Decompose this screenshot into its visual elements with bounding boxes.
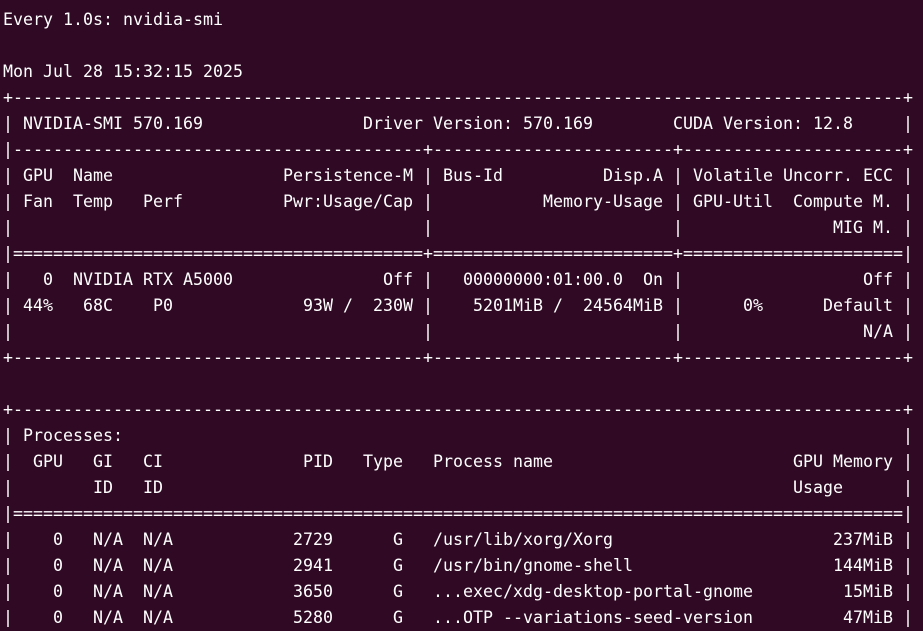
table-border-bottom: +---------------------------------------…	[3, 348, 913, 367]
processes-border-top: +---------------------------------------…	[3, 400, 913, 419]
timestamp-line: Mon Jul 28 15:32:15 2025	[3, 62, 243, 81]
watch-header-line: Every 1.0s: nvidia-smi	[3, 10, 223, 29]
processes-header-row-2: | ID ID Usage |	[3, 478, 913, 497]
terminal-window[interactable]: Every 1.0s: nvidia-smi Mon Jul 28 15:32:…	[0, 0, 923, 631]
process-row: | 0 N/A N/A 2729 G /usr/lib/xorg/Xorg 23…	[3, 530, 913, 549]
process-row: | 0 N/A N/A 3650 G ...exec/xdg-desktop-p…	[3, 582, 913, 601]
gpu-header-row-1: | GPU Name Persistence-M | Bus-Id Disp.A…	[3, 166, 913, 185]
gpu-header-row-3: | | | MIG M. |	[3, 218, 913, 237]
processes-double-separator: |=======================================…	[3, 504, 913, 523]
table-double-separator: |=======================================…	[3, 244, 913, 263]
smi-version-line: | NVIDIA-SMI 570.169 Driver Version: 570…	[3, 114, 913, 133]
process-row: | 0 N/A N/A 5280 G ...OTP --variations-s…	[3, 608, 913, 627]
gpu-row-2: | 44% 68C P0 93W / 230W | 5201MiB / 2456…	[3, 296, 913, 315]
gpu-row-1: | 0 NVIDIA RTX A5000 Off | 00000000:01:0…	[3, 270, 913, 289]
table-separator: |---------------------------------------…	[3, 140, 913, 159]
process-row: | 0 N/A N/A 2941 G /usr/bin/gnome-shell …	[3, 556, 913, 575]
processes-header-row-1: | GPU GI CI PID Type Process name GPU Me…	[3, 452, 913, 471]
gpu-header-row-2: | Fan Temp Perf Pwr:Usage/Cap | Memory-U…	[3, 192, 913, 211]
table-border-top: +---------------------------------------…	[3, 88, 913, 107]
gpu-row-3: | | | N/A |	[3, 322, 913, 341]
terminal-output[interactable]: Every 1.0s: nvidia-smi Mon Jul 28 15:32:…	[3, 7, 913, 631]
processes-title: | Processes: |	[3, 426, 913, 445]
